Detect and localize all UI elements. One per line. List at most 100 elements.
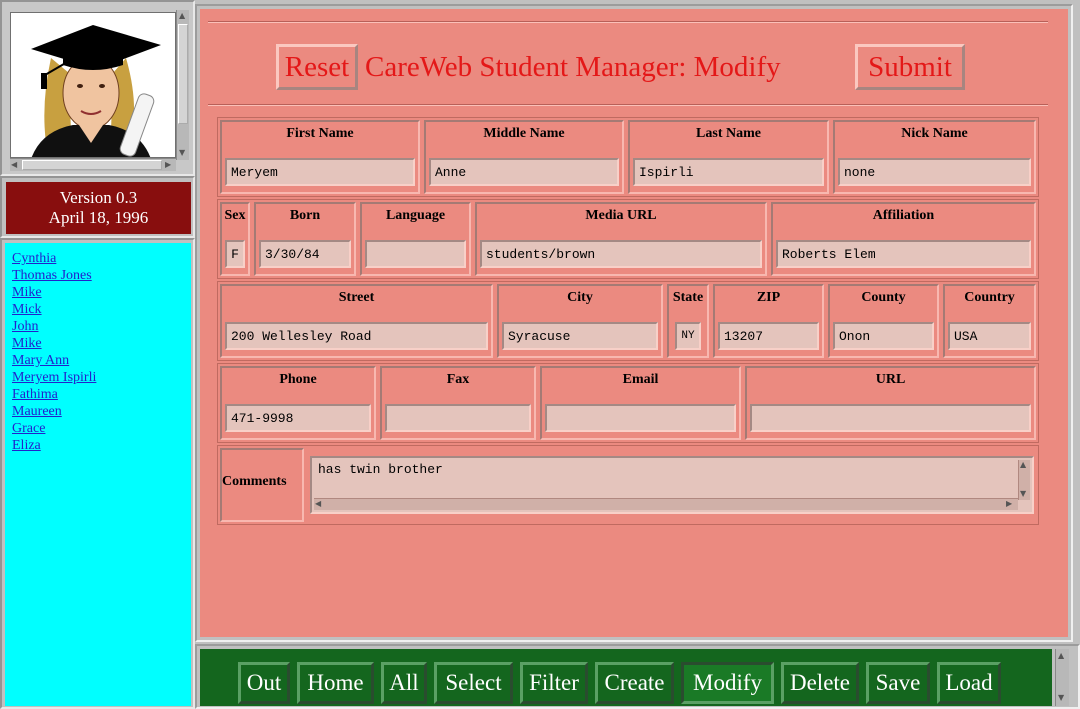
scroll-up-icon[interactable]: ▲ <box>1020 460 1026 470</box>
student-link[interactable]: Fathima <box>12 386 191 403</box>
nick-name-field[interactable] <box>838 158 1031 186</box>
student-list-panel: Cynthia Thomas Jones Mike Mick John Mike… <box>0 238 195 709</box>
sex-field[interactable] <box>225 240 245 268</box>
contact-section: Phone Fax Email URL <box>217 363 1039 443</box>
page-title: CareWeb Student Manager: Modify <box>365 51 781 83</box>
divider <box>208 21 1048 23</box>
student-link[interactable]: Thomas Jones <box>12 267 191 284</box>
navigation-scrollbar[interactable]: ▲ ▼ <box>1055 649 1069 706</box>
navigation-panel: Out Home All Select Filter Create Modify… <box>195 644 1080 709</box>
select-button[interactable]: Select <box>434 662 513 704</box>
navigation-bar: Out Home All Select Filter Create Modify… <box>200 649 1052 706</box>
scroll-down-icon[interactable]: ▼ <box>1058 693 1064 703</box>
home-button[interactable]: Home <box>297 662 374 704</box>
fax-field[interactable] <box>385 404 531 432</box>
first-name-label: First Name <box>286 126 354 141</box>
country-label: Country <box>964 290 1015 305</box>
language-label: Language <box>385 208 446 223</box>
modify-button[interactable]: Modify <box>681 662 774 704</box>
city-cell: City <box>497 284 663 358</box>
address-section: Street City State ZIP County Country <box>217 281 1039 361</box>
student-link[interactable]: Mike <box>12 284 191 301</box>
comments-vertical-scrollbar[interactable]: ▲ ▼ <box>1018 460 1030 500</box>
student-link[interactable]: Mary Ann <box>12 352 191 369</box>
born-label: Born <box>289 208 321 223</box>
comments-section: Comments has twin brother ▲ ▼ ◀ ▶ <box>217 445 1039 525</box>
email-field[interactable] <box>545 404 736 432</box>
logo-horizontal-scrollbar[interactable]: ◀ ▶ <box>10 158 176 171</box>
affiliation-field[interactable] <box>776 240 1031 268</box>
first-name-field[interactable] <box>225 158 415 186</box>
all-button[interactable]: All <box>381 662 427 704</box>
scroll-down-icon[interactable]: ▼ <box>179 148 185 158</box>
comments-field[interactable]: has twin brother <box>314 460 1017 500</box>
form-panel: Reset CareWeb Student Manager: Modify Su… <box>195 4 1073 642</box>
scroll-up-icon[interactable]: ▲ <box>1058 651 1064 661</box>
student-link[interactable]: Cynthia <box>12 250 191 267</box>
scroll-left-icon[interactable]: ◀ <box>315 499 321 509</box>
student-link[interactable]: Mick <box>12 301 191 318</box>
out-button[interactable]: Out <box>238 662 290 704</box>
scroll-right-icon[interactable]: ▶ <box>165 160 171 170</box>
born-cell: Born <box>254 202 356 276</box>
student-link[interactable]: Grace <box>12 420 191 437</box>
zip-field[interactable] <box>718 322 819 350</box>
county-field[interactable] <box>833 322 934 350</box>
student-link[interactable]: Meryem Ispirli <box>12 369 191 386</box>
student-link[interactable]: Mike <box>12 335 191 352</box>
comments-box: has twin brother ▲ ▼ ◀ ▶ <box>310 456 1034 514</box>
delete-button[interactable]: Delete <box>781 662 859 704</box>
city-label: City <box>567 290 593 305</box>
state-field[interactable] <box>675 322 701 350</box>
student-link[interactable]: Maureen <box>12 403 191 420</box>
street-cell: Street <box>220 284 493 358</box>
filter-button[interactable]: Filter <box>520 662 588 704</box>
affiliation-label: Affiliation <box>872 208 935 223</box>
student-link[interactable]: John <box>12 318 191 335</box>
scroll-right-icon[interactable]: ▶ <box>1006 499 1012 509</box>
version-panel: Version 0.3 April 18, 1996 <box>0 176 195 238</box>
state-cell: State <box>667 284 709 358</box>
street-field[interactable] <box>225 322 488 350</box>
nick-name-label: Nick Name <box>901 126 968 141</box>
student-link[interactable]: Eliza <box>12 437 191 454</box>
url-label: URL <box>875 372 906 387</box>
phone-field[interactable] <box>225 404 371 432</box>
country-field[interactable] <box>948 322 1031 350</box>
release-date: April 18, 1996 <box>48 208 149 227</box>
middle-name-cell: Middle Name <box>424 120 624 194</box>
middle-name-field[interactable] <box>429 158 619 186</box>
media-url-field[interactable] <box>480 240 762 268</box>
city-field[interactable] <box>502 322 658 350</box>
middle-name-label: Middle Name <box>483 126 565 141</box>
scrollbar-thumb[interactable] <box>178 24 188 124</box>
comments-horizontal-scrollbar[interactable]: ◀ ▶ <box>314 498 1018 510</box>
phone-label: Phone <box>279 372 317 387</box>
divider <box>208 104 1048 106</box>
zip-label: ZIP <box>756 290 781 305</box>
email-label: Email <box>622 372 659 387</box>
last-name-cell: Last Name <box>628 120 829 194</box>
language-field[interactable] <box>365 240 466 268</box>
submit-button[interactable]: Submit <box>855 44 965 90</box>
create-button[interactable]: Create <box>595 662 674 704</box>
name-section: First Name Middle Name Last Name Nick Na… <box>217 117 1039 197</box>
last-name-field[interactable] <box>633 158 824 186</box>
scroll-down-icon[interactable]: ▼ <box>1020 489 1026 499</box>
scroll-left-icon[interactable]: ◀ <box>11 160 17 170</box>
url-field[interactable] <box>750 404 1031 432</box>
media-url-cell: Media URL <box>475 202 767 276</box>
logo-vertical-scrollbar[interactable]: ▲ ▼ <box>176 10 189 160</box>
reset-button[interactable]: Reset <box>276 44 358 90</box>
url-cell: URL <box>745 366 1036 440</box>
fax-cell: Fax <box>380 366 536 440</box>
save-button[interactable]: Save <box>866 662 930 704</box>
affiliation-cell: Affiliation <box>771 202 1036 276</box>
last-name-label: Last Name <box>696 126 761 141</box>
born-field[interactable] <box>259 240 351 268</box>
load-button[interactable]: Load <box>937 662 1001 704</box>
fax-label: Fax <box>446 372 470 387</box>
scrollbar-thumb[interactable] <box>22 160 162 170</box>
scroll-up-icon[interactable]: ▲ <box>179 11 185 21</box>
street-label: Street <box>338 290 375 305</box>
